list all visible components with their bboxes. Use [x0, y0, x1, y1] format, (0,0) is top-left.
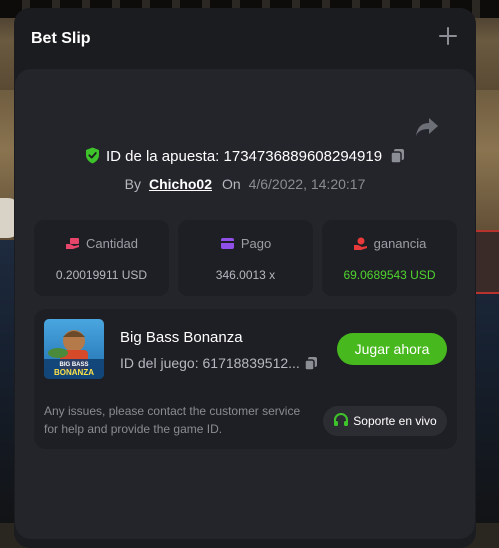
headset-icon	[334, 413, 349, 426]
bet-id-label: ID de la apuesta:	[105, 148, 220, 165]
wallet-icon	[220, 238, 234, 249]
stat-amount-label: Cantidad	[34, 236, 169, 251]
stat-win-label: ganancia	[322, 236, 457, 251]
hand-coin-icon	[353, 237, 367, 250]
game-name[interactable]: Big Bass Bonanza	[120, 329, 243, 346]
support-notice-text: Any issues, please contact the customer …	[44, 404, 301, 436]
live-support-button[interactable]: Soporte en vivo	[323, 406, 447, 436]
stat-payout: Pago 346.0013 x	[178, 220, 313, 296]
bet-stats: Cantidad 0.20019911 USD Pago 346.0013 x	[34, 220, 457, 296]
on-label: On	[222, 176, 241, 192]
bet-details-card: ID de la apuesta: 1734736889608294919 By…	[15, 69, 475, 539]
stat-payout-label: Pago	[178, 236, 313, 251]
hand-money-icon	[65, 238, 79, 249]
share-icon[interactable]	[415, 117, 439, 137]
modal-title: Bet Slip	[31, 30, 91, 47]
game-thumbnail[interactable]: BIG BASS BONANZA	[44, 319, 104, 379]
game-id-label: ID del juego:	[120, 355, 199, 371]
copy-game-id-icon[interactable]	[304, 356, 318, 371]
stat-amount: Cantidad 0.20019911 USD	[34, 220, 169, 296]
plus-icon[interactable]	[438, 26, 458, 46]
bet-id-row: ID de la apuesta: 1734736889608294919	[15, 147, 475, 165]
bet-id-value: 1734736889608294919	[223, 148, 383, 165]
thumb-title-bottom: BONANZA	[54, 368, 94, 377]
stat-amount-value: 0.20019911 USD	[55, 268, 148, 282]
play-now-button[interactable]: Jugar ahora	[337, 333, 447, 365]
game-id-row: ID del juego: 61718839512...	[120, 355, 317, 371]
game-card: BIG BASS BONANZA Big Bass Bonanza ID del…	[34, 309, 457, 449]
bet-slip-modal: Bet Slip ID de la apuesta: 1734736889608…	[14, 8, 476, 548]
bet-author-row: By Chicho02 On 4/6/2022, 14:20:17	[15, 176, 475, 192]
stat-payout-value: 346.0013 x	[215, 268, 276, 282]
stat-win: ganancia 69.0689543 USD	[322, 220, 457, 296]
copy-icon[interactable]	[390, 148, 405, 164]
verified-shield-icon	[85, 147, 100, 164]
stat-win-value: 69.0689543 USD	[343, 268, 436, 282]
username-link[interactable]: Chicho02	[149, 176, 212, 192]
by-label: By	[124, 176, 141, 192]
modal-header: Bet Slip	[14, 8, 476, 68]
game-id-value: 61718839512...	[202, 355, 300, 371]
bet-datetime: 4/6/2022, 14:20:17	[248, 176, 366, 192]
